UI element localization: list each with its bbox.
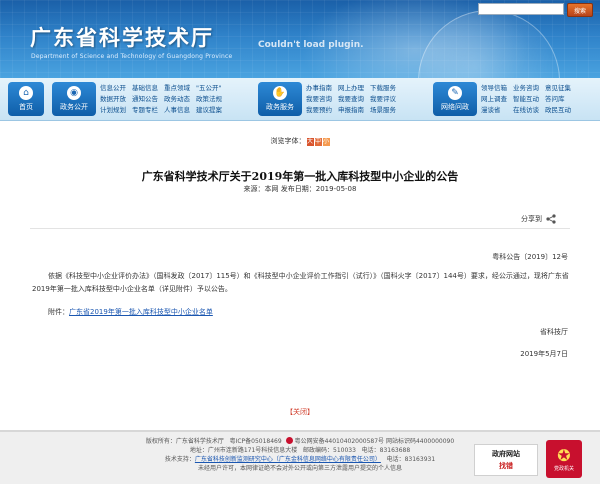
footer-site-code: 网站标识码4400000090 <box>385 438 455 445</box>
party-gov-badge[interactable]: ✪ 党政机关 <box>546 440 582 478</box>
party-emblem-icon: ✪ <box>557 445 571 465</box>
main-nav: ⌂ 首页 ◉ 政务公开 信息公开 数据开放 计划规划 基础信息 通知公告 专题专… <box>0 78 600 121</box>
font-size-medium[interactable]: 中 <box>314 138 322 146</box>
search-input[interactable] <box>478 3 564 15</box>
share-label: 分享到 <box>521 215 542 223</box>
nav-interaction-block: ✎ 网络问政 领导信箱 网上调查 漫谈省 业务咨询 智能互动 在线访谈 意见征集… <box>433 82 575 116</box>
nav-link-guide[interactable]: 办事指南 <box>306 83 332 94</box>
nav-link-basic-info[interactable]: 基础信息 <box>132 83 158 94</box>
site-footer: 版权所有：广东省科学技术厅 粤ICP备05018469 粤公网安备4401040… <box>0 430 600 484</box>
nav-gov-service-label: 政务服务 <box>266 103 294 111</box>
hand-icon: ✋ <box>273 86 287 100</box>
nav-link-policies[interactable]: 政策法规 <box>196 94 222 105</box>
footer-icp[interactable]: 粤ICP备05018469 <box>230 438 282 445</box>
close-link[interactable]: 【关闭】 <box>286 408 314 416</box>
nav-link-notices[interactable]: 通知公告 <box>132 94 158 105</box>
sign-date: 2019年5月7日 <box>520 350 568 358</box>
footer-tech-link[interactable]: 广东省科技创新监测研究中心（广东金科信息网络中心有限责任公司） <box>195 456 381 463</box>
nav-gov-service-links: 办事指南 我要咨询 我要预约 网上办理 我要查询 申报指南 下载服务 我要评议 … <box>302 82 400 116</box>
share-control[interactable]: 分享到 <box>521 214 556 224</box>
nav-link-survey[interactable]: 网上调查 <box>481 94 507 105</box>
nav-link-opinion[interactable]: 意见征集 <box>545 83 571 94</box>
site-subtitle: Department of Science and Technology of … <box>31 53 233 60</box>
nav-link-special-topics[interactable]: 专题专栏 <box>132 105 158 116</box>
attachment-link[interactable]: 广东省2019年第一批入库科技型中小企业名单 <box>69 308 213 316</box>
nav-link-consult[interactable]: 我要咨询 <box>306 94 332 105</box>
nav-gov-open-label: 政务公开 <box>60 103 88 111</box>
nav-link-appointment[interactable]: 我要预约 <box>306 105 332 116</box>
police-badge-icon <box>285 437 293 444</box>
footer-postcode: 邮政编码：510033 <box>303 447 356 454</box>
party-badge-caption: 党政机关 <box>553 465 574 472</box>
gov-site-badge-bottom: 找错 <box>499 462 513 470</box>
nav-gov-open-links: 信息公开 数据开放 计划规划 基础信息 通知公告 专题专栏 重点领域 政务动态 … <box>96 82 226 116</box>
nav-link-scenario[interactable]: 场景服务 <box>370 105 396 116</box>
footer-phone: 电话：83163688 <box>361 447 411 454</box>
nav-link-proposals[interactable]: 建议提案 <box>196 105 222 116</box>
article-meta: 来源：本网 发布日期：2019-05-08 <box>243 185 357 193</box>
content-divider <box>30 228 570 229</box>
nav-gov-service-button[interactable]: ✋ 政务服务 <box>258 82 302 116</box>
page: 广东省科学技术厅 Department of Science and Techn… <box>0 0 600 484</box>
attachment-row: 附件：广东省2019年第一批入库科技型中小企业名单 <box>48 307 213 317</box>
article-title: 广东省科学技术厅关于2019年第一批入库科技型中小企业的公告 <box>141 170 459 183</box>
nav-gov-open-block: ◉ 政务公开 信息公开 数据开放 计划规划 基础信息 通知公告 专题专栏 重点领… <box>52 82 226 116</box>
nav-link-download[interactable]: 下载服务 <box>370 83 396 94</box>
article-body: 依据《科技型中小企业评价办法》（国科发政〔2017〕115号）和《科技型中小企业… <box>32 272 569 293</box>
nav-link-info-open[interactable]: 信息公开 <box>100 83 126 94</box>
nav-link-interview[interactable]: 在线访谈 <box>513 105 539 116</box>
nav-gov-open-button[interactable]: ◉ 政务公开 <box>52 82 96 116</box>
document-number: 粤科公告〔2019〕12号 <box>492 253 568 261</box>
font-size-label: 浏览字体： <box>270 137 306 145</box>
nav-link-personnel[interactable]: 人事信息 <box>164 105 190 116</box>
nav-link-plans[interactable]: 计划规划 <box>100 105 126 116</box>
search-button[interactable]: 搜索 <box>567 3 593 17</box>
nav-link-qa-library[interactable]: 答问库 <box>545 94 571 105</box>
footer-police[interactable]: 粤公网安备44010402000587号 <box>295 438 384 445</box>
nav-link-business-consult[interactable]: 业务咨询 <box>513 83 539 94</box>
nav-link-data-open[interactable]: 数据开放 <box>100 94 126 105</box>
nav-link-chat[interactable]: 漫谈省 <box>481 105 507 116</box>
nav-link-query[interactable]: 我要查询 <box>338 94 364 105</box>
nav-gov-service-block: ✋ 政务服务 办事指南 我要咨询 我要预约 网上办理 我要查询 申报指南 下载服… <box>258 82 400 116</box>
font-size-small[interactable]: 小 <box>322 138 330 146</box>
plugin-message: Couldn't load plugin. <box>258 40 364 50</box>
home-icon: ⌂ <box>19 86 33 100</box>
share-icon <box>546 214 556 224</box>
nav-interaction-label: 网络问政 <box>441 103 469 111</box>
nav-interaction-button[interactable]: ✎ 网络问政 <box>433 82 477 116</box>
gov-site-badge-top: 政府网站 <box>492 450 520 458</box>
font-size-large[interactable]: 大 <box>306 138 314 146</box>
nav-link-smart-interaction[interactable]: 智能互动 <box>513 94 539 105</box>
close-row: 【关闭】 <box>0 407 600 417</box>
gov-site-error-badge[interactable]: 政府网站 找错 <box>474 444 538 476</box>
nav-link-evaluate[interactable]: 我要评议 <box>370 94 396 105</box>
nav-home-block: ⌂ 首页 <box>8 82 44 116</box>
nav-link-five-open[interactable]: "五公开" <box>196 83 222 94</box>
footer-copyright: 版权所有：广东省科学技术厅 <box>145 438 224 445</box>
nav-link-citizen-interaction[interactable]: 政民互动 <box>545 105 571 116</box>
nav-home-button[interactable]: ⌂ 首页 <box>8 82 44 116</box>
footer-tech-phone: 电话：83163931 <box>386 456 436 463</box>
nav-link-online-handle[interactable]: 网上办理 <box>338 83 364 94</box>
site-header: 广东省科学技术厅 Department of Science and Techn… <box>0 0 600 78</box>
font-size-selector: 浏览字体：大中小 <box>0 136 600 146</box>
nav-interaction-links: 领导信箱 网上调查 漫谈省 业务咨询 智能互动 在线访谈 意见征集 答问库 政民… <box>477 82 575 116</box>
nav-link-application-guide[interactable]: 申报指南 <box>338 105 364 116</box>
footer-notice: 未经用户许可，本网律证绝不会对外公开或向第三方泄露用户提交的个人信息 <box>197 465 402 472</box>
pen-icon: ✎ <box>448 86 462 100</box>
nav-link-gov-news[interactable]: 政务动态 <box>164 94 190 105</box>
nav-home-label: 首页 <box>19 103 33 111</box>
footer-address: 地址：广州市连新路171号科技信息大楼 <box>189 447 298 454</box>
attachment-label: 附件： <box>48 308 69 316</box>
signer: 省科技厅 <box>540 328 568 336</box>
search-bar: 搜索 <box>478 3 593 17</box>
site-title: 广东省科学技术厅 <box>30 26 214 50</box>
footer-tech-label: 技术支持： <box>164 456 195 463</box>
nav-link-leader-mailbox[interactable]: 领导信箱 <box>481 83 507 94</box>
nav-link-key-areas[interactable]: 重点领域 <box>164 83 190 94</box>
eye-icon: ◉ <box>67 86 81 100</box>
